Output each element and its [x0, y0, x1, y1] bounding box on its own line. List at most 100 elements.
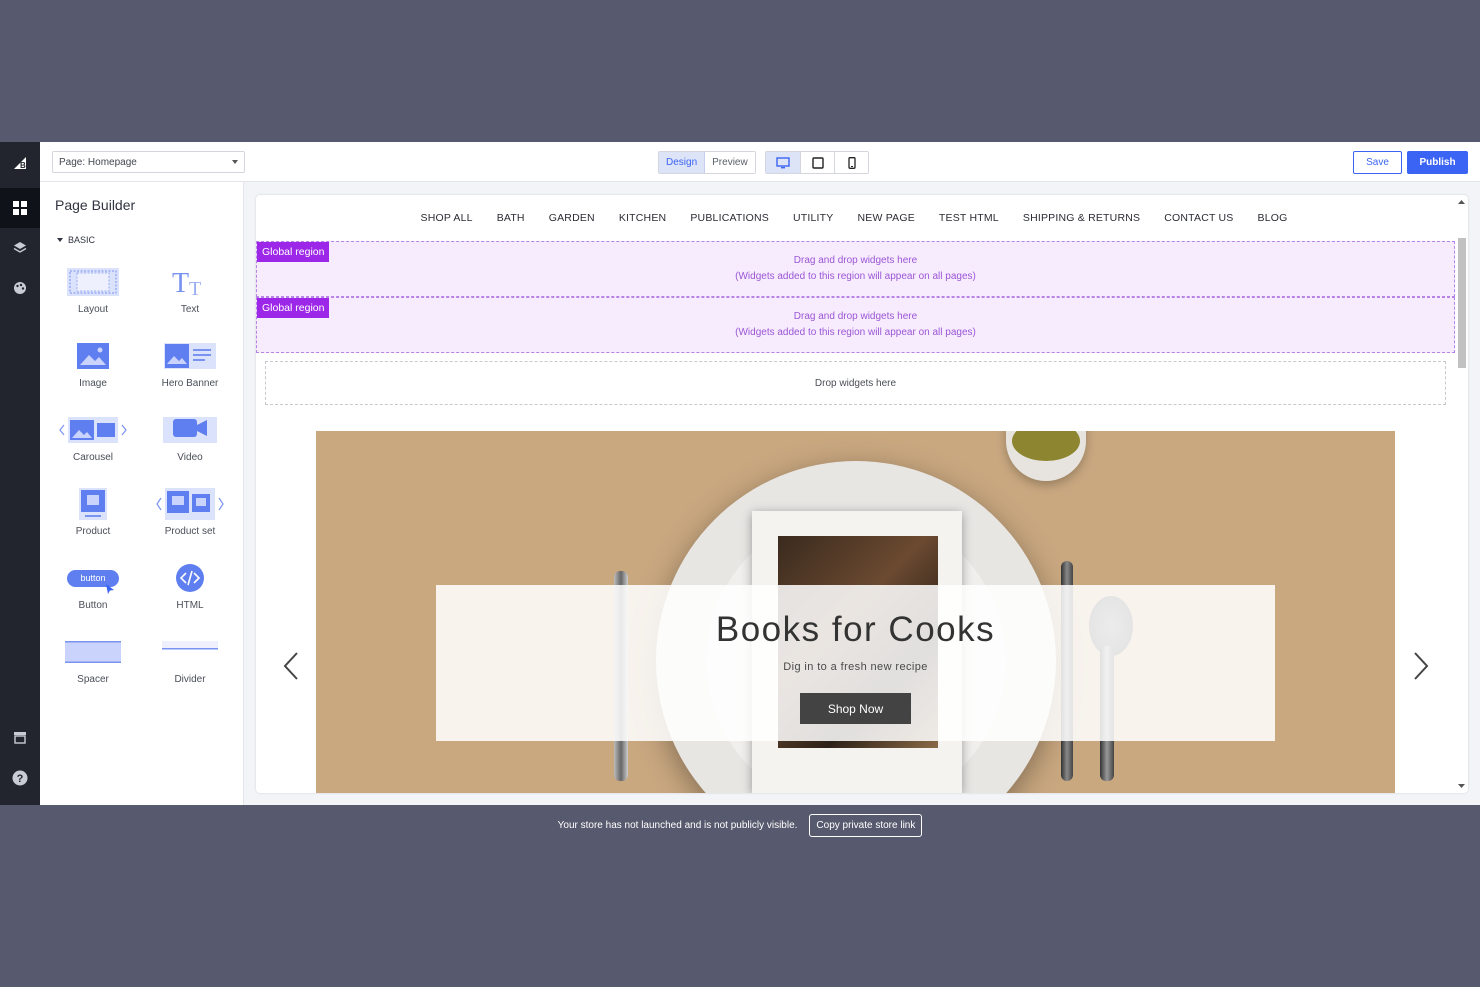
- spacer-icon: [65, 641, 121, 663]
- storefront-icon[interactable]: [0, 718, 40, 758]
- svg-text:T: T: [172, 268, 189, 298]
- widget-label: Divider: [174, 674, 206, 685]
- nav-item-utility[interactable]: UTILITY: [793, 212, 834, 224]
- widget-spacer[interactable]: Spacer: [53, 632, 133, 692]
- widget-label: Image: [79, 378, 107, 389]
- widget-hero-banner[interactable]: Hero Banner: [150, 336, 230, 396]
- widget-html[interactable]: HTML: [150, 558, 230, 618]
- svg-text:?: ?: [17, 773, 24, 785]
- nav-item-contact-us[interactable]: CONTACT US: [1164, 212, 1233, 224]
- widget-label: Carousel: [72, 452, 114, 463]
- help-icon[interactable]: ?: [0, 758, 40, 798]
- tablet-icon: [811, 156, 824, 169]
- hero-text-box: Books for Cooks Dig in to a fresh new re…: [436, 585, 1275, 741]
- global-region-1[interactable]: Global region Drag and drop widgets here…: [256, 241, 1455, 297]
- widget-divider[interactable]: Divider: [150, 632, 230, 692]
- nav-item-shop-all[interactable]: SHOP ALL: [420, 212, 472, 224]
- left-rail: ?: [0, 182, 40, 805]
- divider-icon: [162, 641, 218, 650]
- widget-layout[interactable]: Layout: [53, 262, 133, 322]
- widget-label: Product set: [164, 526, 216, 537]
- global-region-hint-line2: (Widgets added to this region will appea…: [735, 271, 976, 282]
- global-region-hint-line2: (Widgets added to this region will appea…: [735, 327, 976, 338]
- svg-text:B: B: [20, 161, 26, 170]
- widget-text[interactable]: TT Text: [150, 262, 230, 322]
- nav-item-shipping-returns[interactable]: SHIPPING & RETURNS: [1023, 212, 1140, 224]
- collapse-caret-icon: [57, 238, 63, 242]
- widgets-tab-icon[interactable]: [0, 188, 40, 228]
- nav-item-garden[interactable]: GARDEN: [549, 212, 595, 224]
- hero-title: Books for Cooks: [715, 610, 996, 649]
- widget-product-set[interactable]: Product set: [150, 484, 230, 544]
- section-basic[interactable]: BASIC: [57, 235, 95, 245]
- nav-item-blog[interactable]: BLOG: [1258, 212, 1288, 224]
- global-region-hint-line1: Drag and drop widgets here: [793, 255, 918, 266]
- text-icon: TT: [172, 268, 201, 298]
- widget-label: Layout: [77, 304, 109, 315]
- store-status-notice: Your store has not launched and is not p…: [557, 819, 798, 831]
- product-set-icon: [156, 488, 224, 520]
- page-canvas: SHOP ALL BATH GARDEN KITCHEN PUBLICATION…: [256, 195, 1468, 793]
- store-status-bar: Your store has not launched and is not p…: [0, 805, 1480, 845]
- global-region-2[interactable]: Global region Drag and drop widgets here…: [256, 297, 1455, 353]
- nav-item-new-page[interactable]: NEW PAGE: [857, 212, 914, 224]
- tablet-view-button[interactable]: [800, 152, 834, 173]
- palette-icon[interactable]: [0, 268, 40, 308]
- widget-label: Text: [180, 304, 200, 315]
- store-navigation: SHOP ALL BATH GARDEN KITCHEN PUBLICATION…: [256, 195, 1452, 240]
- canvas-scrollbar[interactable]: [1456, 196, 1467, 792]
- code-icon: [176, 564, 204, 592]
- scroll-up-icon[interactable]: [1456, 198, 1467, 206]
- device-toggle: [765, 151, 869, 174]
- section-label: BASIC: [68, 235, 96, 245]
- desktop-view-button[interactable]: [766, 152, 800, 173]
- copy-private-link-button[interactable]: Copy private store link: [809, 813, 923, 837]
- image-icon: [77, 343, 109, 369]
- publish-button[interactable]: Publish: [1407, 151, 1468, 174]
- carousel-prev-arrow-icon[interactable]: [281, 651, 303, 681]
- hero-carousel[interactable]: Books for Cooks Dig in to a fresh new re…: [316, 431, 1395, 793]
- desktop-icon: [776, 156, 790, 168]
- global-region-hint: Drag and drop widgets here (Widgets adde…: [257, 309, 1454, 341]
- view-mode-toggle: Design Preview: [658, 151, 756, 174]
- design-mode-button[interactable]: Design: [659, 152, 706, 173]
- scroll-thumb[interactable]: [1458, 238, 1466, 368]
- panel-title: Page Builder: [55, 197, 136, 213]
- global-region-hint: Drag and drop widgets here (Widgets adde…: [257, 253, 1454, 285]
- mobile-view-button[interactable]: [834, 152, 868, 173]
- widget-label: HTML: [176, 600, 204, 611]
- video-icon: [163, 417, 217, 443]
- widget-label: Hero Banner: [161, 378, 219, 389]
- product-icon: [79, 488, 107, 520]
- widget-carousel[interactable]: Carousel: [53, 410, 133, 470]
- carousel-next-arrow-icon[interactable]: [1409, 651, 1431, 681]
- hero-banner-icon: [164, 343, 216, 369]
- mobile-icon: [847, 156, 856, 169]
- chevron-down-icon: [232, 160, 238, 164]
- bigcommerce-logo-icon[interactable]: B: [0, 142, 40, 182]
- layout-icon: [67, 268, 119, 296]
- widget-label: Video: [177, 452, 203, 463]
- drop-zone[interactable]: Drop widgets here: [265, 361, 1446, 405]
- cursor-icon: [106, 584, 114, 594]
- page-select[interactable]: Page: Homepage: [52, 151, 245, 173]
- shop-now-button[interactable]: Shop Now: [800, 693, 911, 724]
- scroll-down-icon[interactable]: [1456, 782, 1467, 790]
- widget-label: Spacer: [77, 674, 109, 685]
- widget-product[interactable]: Product: [53, 484, 133, 544]
- svg-text:T: T: [189, 278, 201, 298]
- widget-button[interactable]: button Button: [53, 558, 133, 618]
- carousel-icon: [59, 417, 127, 443]
- widget-image[interactable]: Image: [53, 336, 133, 396]
- widget-label: Product: [75, 526, 111, 537]
- nav-item-test-html[interactable]: TEST HTML: [939, 212, 999, 224]
- nav-item-bath[interactable]: BATH: [497, 212, 525, 224]
- global-region-hint-line1: Drag and drop widgets here: [793, 311, 918, 322]
- widget-video[interactable]: Video: [150, 410, 230, 470]
- page-select-value: Page: Homepage: [59, 156, 137, 168]
- layers-icon[interactable]: [0, 228, 40, 268]
- nav-item-kitchen[interactable]: KITCHEN: [619, 212, 667, 224]
- nav-item-publications[interactable]: PUBLICATIONS: [690, 212, 769, 224]
- save-button[interactable]: Save: [1353, 151, 1402, 174]
- preview-mode-button[interactable]: Preview: [705, 152, 755, 173]
